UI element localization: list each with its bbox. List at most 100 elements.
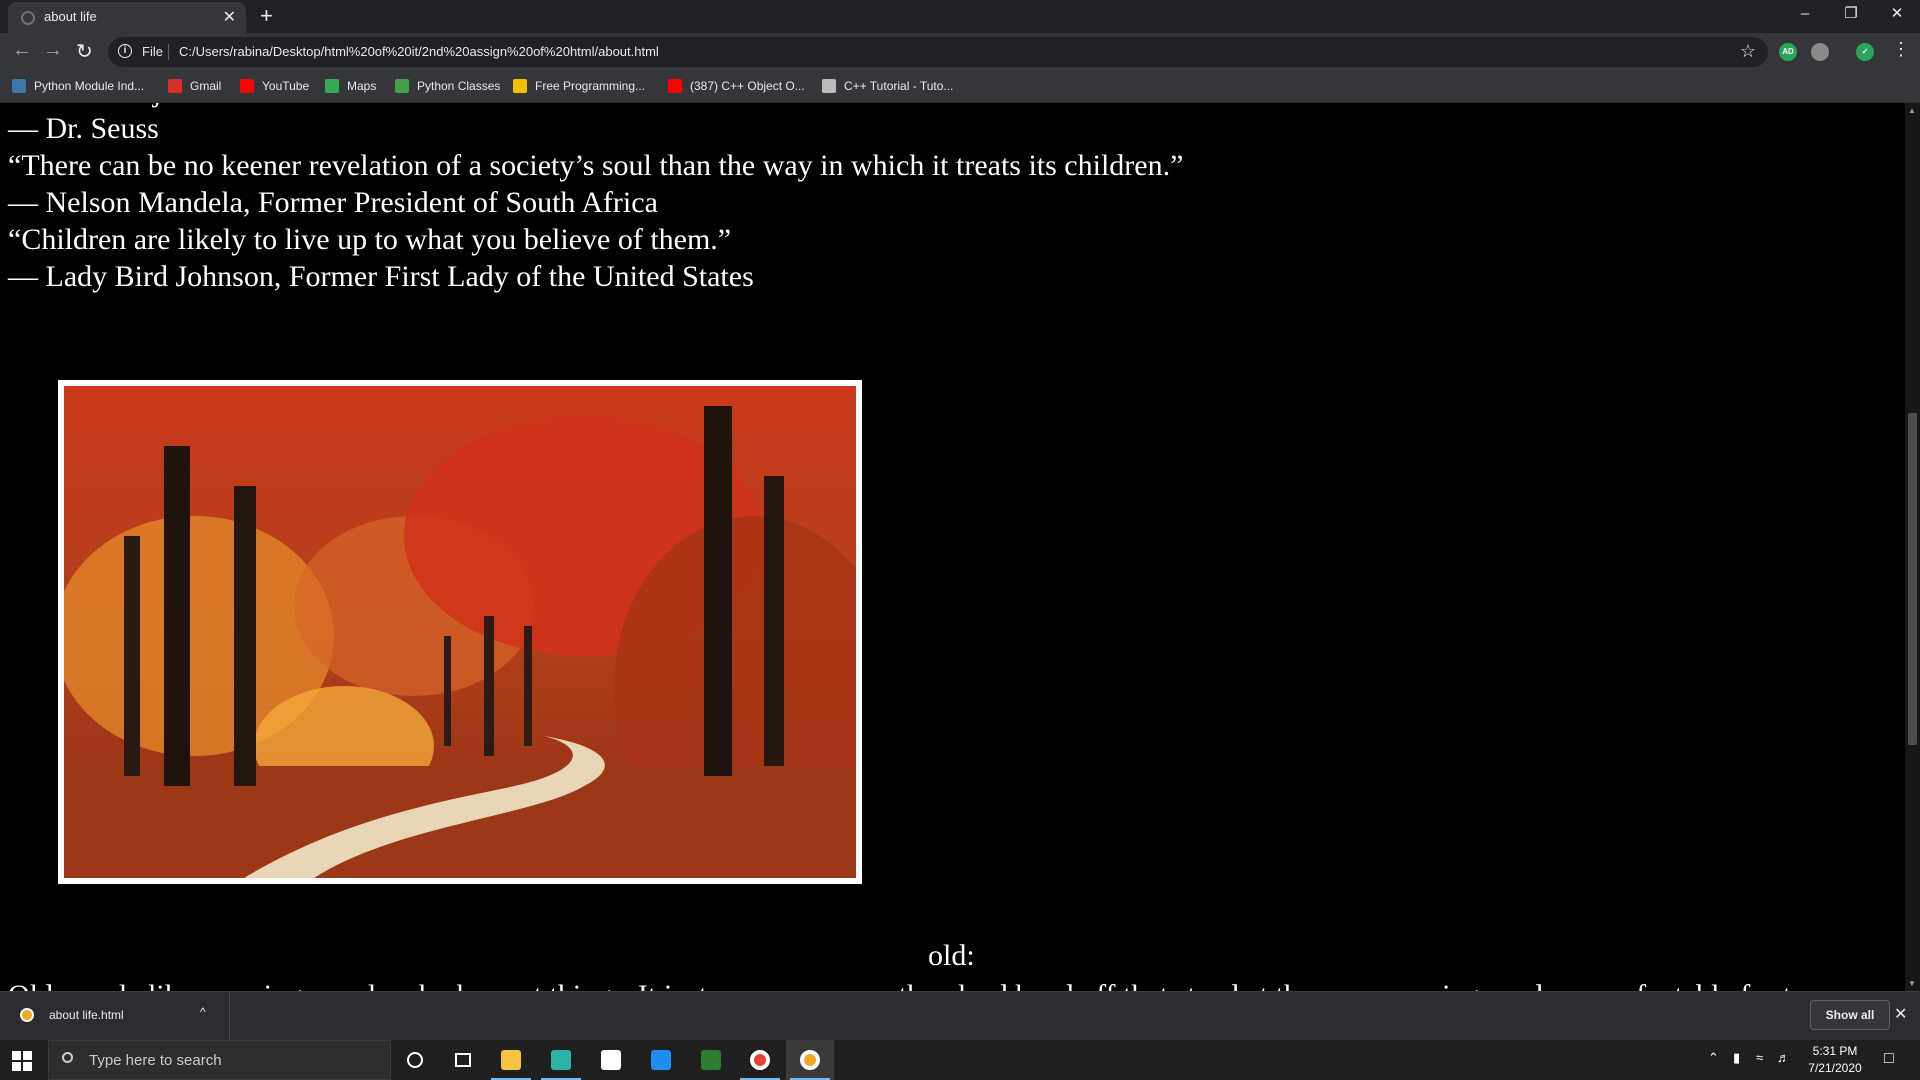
notifications-icon[interactable]: □ xyxy=(1884,1050,1894,1068)
bookmark-item[interactable]: Python Module Ind... xyxy=(12,79,144,93)
wifi-icon[interactable]: ≈ xyxy=(1756,1050,1763,1065)
address-bar[interactable]: i File C:/Users/rabina/Desktop/html%20of… xyxy=(108,37,1768,67)
search-icon xyxy=(62,1052,73,1063)
quotes-block: “Adults are just outdated children.” — Dr… xyxy=(8,103,1183,295)
task-view-taskbar-button[interactable] xyxy=(439,1040,487,1080)
task-view-icon xyxy=(455,1053,471,1067)
url-text[interactable]: C:/Users/rabina/Desktop/html%20of%20it/2… xyxy=(179,44,659,59)
windows-start-icon[interactable] xyxy=(12,1051,32,1071)
globe-icon xyxy=(21,11,35,25)
chrome-canary-icon xyxy=(20,1008,34,1022)
file-explorer-taskbar-button[interactable] xyxy=(487,1040,535,1080)
reload-icon[interactable]: ↻ xyxy=(76,39,93,64)
show-all-button[interactable]: Show all xyxy=(1810,1000,1890,1030)
window-close-button[interactable]: ✕ xyxy=(1874,0,1920,30)
quote-line: — Nelson Mandela, Former President of So… xyxy=(8,186,658,219)
site-info-icon[interactable]: i xyxy=(118,44,132,58)
tab-about-life[interactable]: about life ✕ xyxy=(8,2,246,33)
omnibox-divider xyxy=(168,44,169,60)
store-taskbar-button[interactable] xyxy=(587,1040,635,1080)
scheme-label: File xyxy=(142,44,163,59)
youtube-icon xyxy=(240,79,254,93)
download-shelf: about life.html ^ Show all ✕ xyxy=(0,991,1920,1040)
autumn-forest-illustration xyxy=(64,386,856,878)
vertical-scrollbar[interactable]: ▲ ▼ xyxy=(1905,103,1920,991)
paragraph-cutoff: Old people like amusing people who keep … xyxy=(8,979,1791,991)
shield-check-icon[interactable]: ✓ xyxy=(1856,43,1874,61)
bookmark-item[interactable]: Python Classes xyxy=(395,79,500,93)
bookmark-label: Free Programming... xyxy=(535,79,646,93)
autumn-forest-photo xyxy=(58,380,862,884)
new-tab-button[interactable]: + xyxy=(260,3,273,29)
chevron-up-tray-icon[interactable]: ⌃ xyxy=(1708,1050,1719,1066)
tab-close-icon[interactable]: ✕ xyxy=(223,7,236,27)
adblock-icon[interactable]: AD xyxy=(1779,43,1797,61)
quote-line: “Children are likely to live up to what … xyxy=(8,223,732,256)
bookmark-label: Gmail xyxy=(190,79,222,93)
bookmark-star-icon[interactable]: ☆ xyxy=(1740,41,1756,62)
quote-line: — Dr. Seuss xyxy=(8,112,159,145)
file-explorer-icon xyxy=(501,1050,521,1070)
browser-toolbar: ← → ↻ i File C:/Users/rabina/Desktop/htm… xyxy=(0,33,1920,71)
battery-icon[interactable]: ▮ xyxy=(1733,1050,1740,1066)
forward-arrow-icon[interactable]: → xyxy=(43,39,63,62)
download-file-name: about life.html xyxy=(49,1008,124,1022)
bookmark-item[interactable]: Gmail xyxy=(168,79,221,93)
bookmark-label: (387) C++ Object O... xyxy=(690,79,805,93)
bookmark-item[interactable]: YouTube xyxy=(240,79,309,93)
scrollbar-thumb[interactable] xyxy=(1908,413,1917,745)
back-arrow-icon[interactable]: ← xyxy=(12,39,32,62)
scroll-up-icon[interactable]: ▲ xyxy=(1908,106,1916,115)
download-item[interactable]: about life.html ^ xyxy=(0,992,230,1040)
close-shelf-icon[interactable]: ✕ xyxy=(1894,1004,1907,1024)
clock-date: 7/21/2020 xyxy=(1808,1061,1862,1075)
gmail-icon xyxy=(168,79,182,93)
python-icon xyxy=(12,79,26,93)
game-taskbar-button[interactable] xyxy=(687,1040,735,1080)
quote-line: — Lady Bird Johnson, Former First Lady o… xyxy=(8,260,754,293)
edge-icon xyxy=(551,1050,571,1070)
tab-title: about life xyxy=(44,9,97,24)
chrome-canary-icon xyxy=(800,1050,820,1070)
chrome-icon xyxy=(750,1050,770,1070)
bookmark-label: Python Classes xyxy=(417,79,501,93)
quote-line: “Adults are just outdated children.” xyxy=(8,103,1183,110)
volume-icon[interactable]: ♬ xyxy=(1777,1050,1790,1065)
maps-icon xyxy=(325,79,339,93)
cortana-taskbar-button[interactable] xyxy=(391,1040,439,1080)
page-viewport: “Adults are just outdated children.” — Dr… xyxy=(0,103,1905,991)
edge-taskbar-button[interactable] xyxy=(537,1040,585,1080)
quote-line: “There can be no keener revelation of a … xyxy=(8,149,1184,182)
youtube-icon xyxy=(668,79,682,93)
bookmark-item[interactable]: (387) C++ Object O... xyxy=(668,79,805,93)
drive-icon[interactable] xyxy=(1811,43,1829,61)
mail-taskbar-button[interactable] xyxy=(637,1040,685,1080)
tutorial-icon xyxy=(822,79,836,93)
system-clock[interactable]: 5:31 PM 7/21/2020 xyxy=(1795,1043,1875,1077)
search-placeholder: Type here to search xyxy=(89,1052,222,1069)
mail-icon xyxy=(651,1050,671,1070)
windows-taskbar: Type here to search ⌃ ▮ ≈ ♬ 5:31 PM 7/21… xyxy=(0,1040,1920,1080)
chrome-canary-taskbar-button[interactable] xyxy=(786,1040,834,1080)
bookmark-item[interactable]: Free Programming... xyxy=(513,79,645,93)
bookmarks-bar: Python Module Ind... Gmail YouTube Maps Pyth… xyxy=(0,71,1920,103)
clock-time: 5:31 PM xyxy=(1812,1044,1858,1058)
scroll-down-icon[interactable]: ▼ xyxy=(1908,979,1916,988)
cortana-icon xyxy=(407,1052,423,1068)
bookmark-item[interactable]: Maps xyxy=(325,79,376,93)
minimize-button[interactable]: – xyxy=(1782,0,1828,30)
restore-button[interactable]: ❐ xyxy=(1828,0,1874,30)
game-icon xyxy=(701,1050,721,1070)
bookmark-label: Python Module Ind... xyxy=(34,79,145,93)
store-icon xyxy=(601,1050,621,1070)
tab-strip: about life ✕ + – ❐ ✕ xyxy=(0,0,1920,33)
chrome-taskbar-button[interactable] xyxy=(736,1040,784,1080)
bookmark-item[interactable]: C++ Tutorial - Tuto... xyxy=(822,79,953,93)
section-heading-old: old: xyxy=(928,939,975,972)
taskbar-search-input[interactable]: Type here to search xyxy=(48,1040,391,1080)
menu-kebab-icon[interactable]: ⋮ xyxy=(1892,39,1910,60)
letter-l-icon xyxy=(513,79,527,93)
chevron-up-icon[interactable]: ^ xyxy=(200,1005,206,1019)
bookmark-label: C++ Tutorial - Tuto... xyxy=(844,79,954,93)
classes-icon xyxy=(395,79,409,93)
